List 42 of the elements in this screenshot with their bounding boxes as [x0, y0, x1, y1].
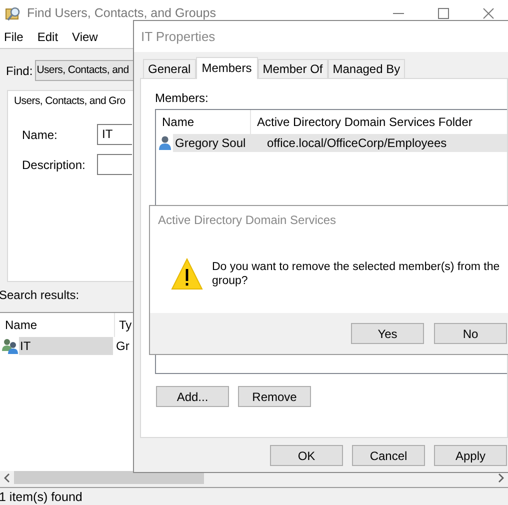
scroll-thumb[interactable]	[14, 471, 204, 484]
field-label: Description:	[22, 158, 86, 172]
search-folder-icon	[5, 5, 21, 21]
table-cell: office.local/OfficeCorp/Employees	[267, 134, 507, 152]
button[interactable]: Remove	[238, 386, 311, 407]
window-title: IT Properties	[141, 29, 216, 44]
members-label: Members:	[155, 91, 210, 105]
scroll-left-icon[interactable]	[3, 472, 11, 482]
find-dropdown[interactable]: Users, Contacts, and	[34, 60, 134, 81]
group-icon	[2, 338, 18, 354]
scroll-right-icon[interactable]	[497, 472, 505, 482]
tab[interactable]: Members	[196, 57, 258, 79]
button[interactable]: Apply	[434, 445, 507, 466]
find-label: Find:	[6, 64, 33, 78]
input-field[interactable]: IT	[97, 124, 132, 145]
button[interactable]: OK	[270, 445, 343, 466]
dialog-title: Active Directory Domain Services	[158, 213, 336, 227]
tab[interactable]: General	[143, 59, 196, 78]
status-text: 1 item(s) found	[0, 490, 82, 504]
column-header[interactable]: Ty	[115, 313, 132, 337]
button[interactable]: No	[434, 323, 507, 344]
input-field[interactable]	[97, 154, 132, 175]
maximize-icon[interactable]	[438, 8, 449, 18]
dialog-message: Do you want to remove the selected member(s) from the group?	[212, 260, 501, 288]
tab[interactable]: Member Of	[258, 59, 328, 78]
warning-icon	[171, 258, 203, 290]
user-icon	[158, 135, 172, 151]
column-header[interactable]: Active Directory Domain Services Folder	[251, 110, 472, 134]
tab[interactable]: Users, Contacts, and Gro	[14, 95, 126, 107]
member-row[interactable]: Gregory Soul	[173, 134, 267, 152]
table-cell-text: Gr	[115, 338, 130, 355]
button[interactable]: Yes	[351, 323, 424, 344]
menu-item[interactable]: View	[68, 30, 104, 44]
tab[interactable]: Managed By	[328, 59, 406, 78]
window-title: Find Users, Contacts, and Groups	[27, 6, 216, 20]
close-icon[interactable]	[483, 8, 494, 18]
field-label: Name:	[22, 128, 58, 142]
menu-item[interactable]: File	[0, 30, 30, 44]
menu-item[interactable]: Edit	[33, 30, 64, 44]
button[interactable]: Add...	[156, 386, 229, 407]
button[interactable]: Cancel	[352, 445, 425, 466]
result-row[interactable]: IT	[19, 337, 113, 355]
